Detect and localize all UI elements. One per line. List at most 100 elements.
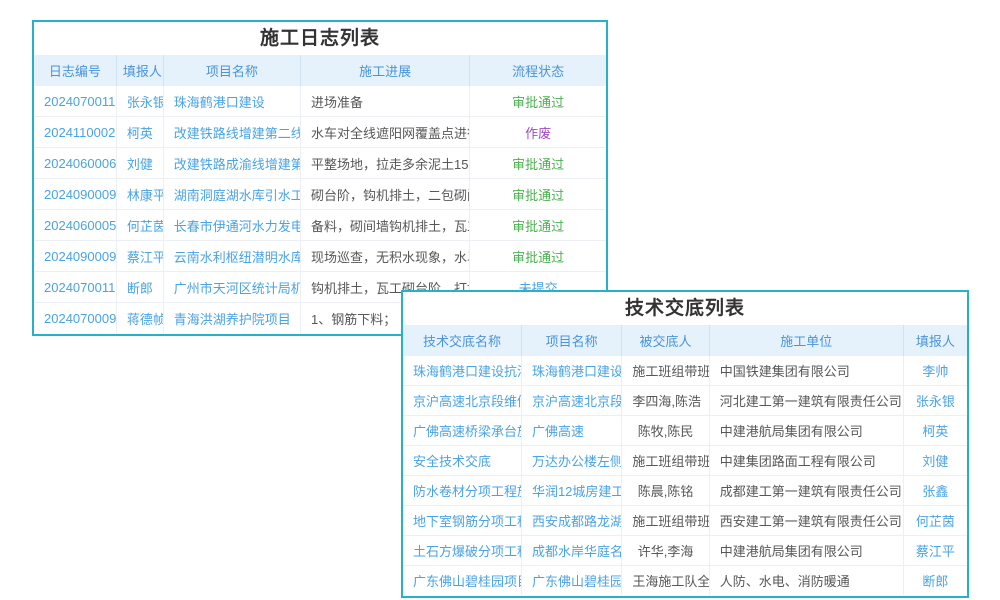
- table-row: 2024060006刘健改建铁路成渝线增建第二...平整场地，拉走多余泥土15辆…: [34, 148, 606, 179]
- column-header: 日志编号: [34, 55, 116, 86]
- project-link[interactable]: 广州市天河区统计局机房...: [163, 272, 300, 303]
- log-id-link[interactable]: 2024090009: [34, 241, 116, 272]
- receiver-text: 陈晨,陈铭: [622, 476, 709, 506]
- progress-text: 现场巡查，无积水现象，水马...: [301, 241, 470, 272]
- reporter-link[interactable]: 林康平: [116, 179, 163, 210]
- disclosure-name-link[interactable]: 安全技术交底: [403, 446, 521, 476]
- disclosure-name-link[interactable]: 防水卷材分项工程施...: [403, 476, 521, 506]
- reporter-link[interactable]: 李帅: [903, 356, 967, 386]
- table-row: 土石方爆破分项工程...成都水岸华庭名苑...许华,李海中建港航局集团有限公司蔡…: [403, 536, 967, 566]
- reporter-link[interactable]: 张永银: [116, 86, 163, 117]
- column-header: 被交底人: [622, 325, 709, 356]
- disclosure-name-link[interactable]: 地下室钢筋分项工程...: [403, 506, 521, 536]
- project-link[interactable]: 珠海鹤港口建设: [521, 356, 621, 386]
- unit-text: 中建港航局集团有限公司: [709, 536, 903, 566]
- column-header: 施工进展: [301, 55, 470, 86]
- progress-text: 水车对全线遮阳网覆盖点进行...: [301, 117, 470, 148]
- table-row: 2024070011张永银珠海鹤港口建设进场准备审批通过: [34, 86, 606, 117]
- log-id-link[interactable]: 2024110002: [34, 117, 116, 148]
- disclosure-name-link[interactable]: 京沪高速北京段维修...: [403, 386, 521, 416]
- receiver-text: 施工班组带班...: [622, 446, 709, 476]
- reporter-link[interactable]: 何芷茵: [116, 210, 163, 241]
- log-id-link[interactable]: 2024070009: [34, 303, 116, 334]
- tech-disclosure-panel: 技术交底列表 技术交底名称项目名称被交底人施工单位填报人 珠海鹤港口建设抗浮..…: [401, 290, 969, 598]
- reporter-link[interactable]: 何芷茵: [903, 506, 967, 536]
- disclosure-name-link[interactable]: 土石方爆破分项工程...: [403, 536, 521, 566]
- table-row: 2024060005何芷茵长春市伊通河水力发电厂...备料，砌间墙钩机排土，瓦工…: [34, 210, 606, 241]
- project-link[interactable]: 改建铁路线增建第二线直...: [163, 117, 300, 148]
- column-header: 项目名称: [521, 325, 621, 356]
- project-link[interactable]: 湖南洞庭湖水库引水工程...: [163, 179, 300, 210]
- disclosure-name-link[interactable]: 广佛高速桥梁承台施...: [403, 416, 521, 446]
- reporter-link[interactable]: 刘健: [116, 148, 163, 179]
- table-row: 广佛高速桥梁承台施...广佛高速陈牧,陈民中建港航局集团有限公司柯英: [403, 416, 967, 446]
- project-link[interactable]: 广东佛山碧桂园项目: [521, 566, 621, 596]
- column-header: 施工单位: [709, 325, 903, 356]
- reporter-link[interactable]: 蔡江平: [903, 536, 967, 566]
- project-link[interactable]: 广佛高速: [521, 416, 621, 446]
- unit-text: 中建集团路面工程有限公司: [709, 446, 903, 476]
- log-id-link[interactable]: 2024060006: [34, 148, 116, 179]
- project-link[interactable]: 华润12城房建工...: [521, 476, 621, 506]
- table-row: 防水卷材分项工程施...华润12城房建工...陈晨,陈铭成都建工第一建筑有限责任…: [403, 476, 967, 506]
- project-link[interactable]: 改建铁路成渝线增建第二...: [163, 148, 300, 179]
- reporter-link[interactable]: 刘健: [903, 446, 967, 476]
- log-id-link[interactable]: 2024060005: [34, 210, 116, 241]
- column-header: 流程状态: [470, 55, 606, 86]
- table-row: 京沪高速北京段维修...京沪高速北京段维修李四海,陈浩河北建工第一建筑有限责任公…: [403, 386, 967, 416]
- project-link[interactable]: 云南水利枢纽潜明水库一...: [163, 241, 300, 272]
- receiver-text: 陈牧,陈民: [622, 416, 709, 446]
- status-badge: 审批通过: [470, 86, 606, 117]
- receiver-text: 许华,李海: [622, 536, 709, 566]
- disclosure-name-link[interactable]: 珠海鹤港口建设抗浮...: [403, 356, 521, 386]
- project-link[interactable]: 青海洪湖养护院项目: [163, 303, 300, 334]
- status-badge: 审批通过: [470, 148, 606, 179]
- column-header: 填报人: [903, 325, 967, 356]
- project-link[interactable]: 长春市伊通河水力发电厂...: [163, 210, 300, 241]
- reporter-link[interactable]: 柯英: [116, 117, 163, 148]
- status-badge: 审批通过: [470, 179, 606, 210]
- table-row: 地下室钢筋分项工程...西安成都路龙湖上...施工班组带班...西安建工第一建筑…: [403, 506, 967, 536]
- construction-log-title: 施工日志列表: [34, 22, 606, 55]
- disclosure-name-link[interactable]: 广东佛山碧桂园项目...: [403, 566, 521, 596]
- table-row: 2024110002柯英改建铁路线增建第二线直...水车对全线遮阳网覆盖点进行.…: [34, 117, 606, 148]
- unit-text: 西安建工第一建筑有限责任公司: [709, 506, 903, 536]
- unit-text: 成都建工第一建筑有限责任公司: [709, 476, 903, 506]
- project-link[interactable]: 京沪高速北京段维修: [521, 386, 621, 416]
- column-header: 技术交底名称: [403, 325, 521, 356]
- log-id-link[interactable]: 2024090009: [34, 179, 116, 210]
- project-link[interactable]: 珠海鹤港口建设: [163, 86, 300, 117]
- reporter-link[interactable]: 断郎: [116, 272, 163, 303]
- unit-text: 河北建工第一建筑有限责任公司: [709, 386, 903, 416]
- project-link[interactable]: 万达办公楼左侧A...: [521, 446, 621, 476]
- reporter-link[interactable]: 张鑫: [903, 476, 967, 506]
- tech-disclosure-table: 技术交底名称项目名称被交底人施工单位填报人 珠海鹤港口建设抗浮...珠海鹤港口建…: [403, 325, 967, 595]
- reporter-link[interactable]: 蔡江平: [116, 241, 163, 272]
- unit-text: 人防、水电、消防暖通: [709, 566, 903, 596]
- receiver-text: 施工班组带班...: [622, 356, 709, 386]
- status-badge: 审批通过: [470, 241, 606, 272]
- table-row: 安全技术交底万达办公楼左侧A...施工班组带班...中建集团路面工程有限公司刘健: [403, 446, 967, 476]
- tech-disclosure-header-row: 技术交底名称项目名称被交底人施工单位填报人: [403, 325, 967, 356]
- log-id-link[interactable]: 2024070011: [34, 86, 116, 117]
- progress-text: 砌台阶，钩机排土，二包砌间...: [301, 179, 470, 210]
- tech-disclosure-title: 技术交底列表: [403, 292, 967, 325]
- reporter-link[interactable]: 张永银: [903, 386, 967, 416]
- column-header: 项目名称: [163, 55, 300, 86]
- construction-log-panel: 施工日志列表 日志编号填报人项目名称施工进展流程状态 2024070011张永银…: [32, 20, 608, 336]
- receiver-text: 施工班组带班...: [622, 506, 709, 536]
- reporter-link[interactable]: 断郎: [903, 566, 967, 596]
- progress-text: 进场准备: [301, 86, 470, 117]
- receiver-text: 李四海,陈浩: [622, 386, 709, 416]
- log-id-link[interactable]: 2024070011: [34, 272, 116, 303]
- reporter-link[interactable]: 蒋德帧: [116, 303, 163, 334]
- project-link[interactable]: 成都水岸华庭名苑...: [521, 536, 621, 566]
- table-row: 2024090009林康平湖南洞庭湖水库引水工程...砌台阶，钩机排土，二包砌间…: [34, 179, 606, 210]
- reporter-link[interactable]: 柯英: [903, 416, 967, 446]
- project-link[interactable]: 西安成都路龙湖上...: [521, 506, 621, 536]
- unit-text: 中国铁建集团有限公司: [709, 356, 903, 386]
- construction-log-header-row: 日志编号填报人项目名称施工进展流程状态: [34, 55, 606, 86]
- unit-text: 中建港航局集团有限公司: [709, 416, 903, 446]
- table-row: 2024090009蔡江平云南水利枢纽潜明水库一...现场巡查，无积水现象，水马…: [34, 241, 606, 272]
- column-header: 填报人: [116, 55, 163, 86]
